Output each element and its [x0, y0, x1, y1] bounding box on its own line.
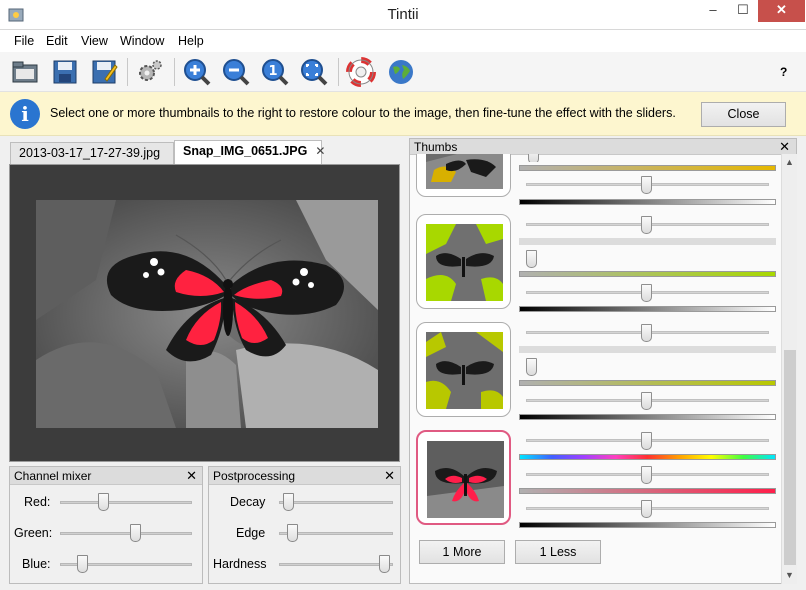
- menu-file[interactable]: File: [14, 34, 34, 48]
- decay-slider-thumb[interactable]: [283, 493, 294, 511]
- thumb-card-green[interactable]: [416, 214, 511, 309]
- tab-2013-03-17[interactable]: 2013-03-17_17-27-39.jpg: [10, 142, 174, 164]
- menu-view[interactable]: View: [81, 34, 108, 48]
- hardness-slider[interactable]: [279, 554, 393, 574]
- red-slider-thumb[interactable]: [98, 493, 109, 511]
- save-icon[interactable]: [50, 57, 80, 87]
- window-title: Tintii: [387, 6, 419, 23]
- green-slider[interactable]: [60, 523, 192, 543]
- green-label: Green:: [14, 526, 53, 540]
- toolbar: 1 ?: [0, 52, 806, 92]
- blue-slider-thumb[interactable]: [77, 555, 88, 573]
- one-less-button[interactable]: 1 Less: [515, 540, 601, 564]
- tab-snap-img-0651[interactable]: Snap_IMG_0651.JPG ✕: [174, 140, 325, 164]
- scroll-up-icon[interactable]: ▲: [785, 157, 794, 167]
- whats-this-help[interactable]: ?: [780, 65, 787, 79]
- thumbs-title: Thumbs: [414, 140, 458, 154]
- yellow-green-mid-slider[interactable]: [526, 392, 769, 410]
- edge-label: Edge: [236, 526, 266, 540]
- channel-mixer-title: Channel mixer: [14, 469, 92, 483]
- info-close-button[interactable]: Close: [701, 102, 786, 127]
- thumb-image-yellow: [426, 154, 503, 189]
- decay-label: Decay: [230, 495, 266, 509]
- close-window-button[interactable]: ✕: [758, 0, 805, 22]
- yellow-green-hue-bar: [519, 380, 776, 386]
- red-hue-spectrum-bar: [519, 454, 776, 460]
- postprocessing-panel: Postprocessing ✕ Decay Edge Hardness: [208, 466, 401, 584]
- menu-window[interactable]: Window: [120, 34, 164, 48]
- info-message: Select one or more thumbnails to the rig…: [50, 106, 676, 120]
- green-slider-thumb[interactable]: [130, 524, 141, 542]
- postprocessing-title: Postprocessing: [213, 469, 296, 483]
- green-hue-bar: [519, 271, 776, 277]
- minimize-button[interactable]: –: [698, 0, 728, 22]
- thumb-card-yellow-green[interactable]: [416, 322, 511, 417]
- yellow-hue-bar: [519, 165, 776, 171]
- title-bar: Tintii – ☐ ✕: [0, 0, 806, 30]
- scroll-down-icon[interactable]: ▼: [785, 570, 794, 580]
- green-mid-slider[interactable]: [526, 284, 769, 302]
- yellow-green-value-bar: [519, 414, 776, 420]
- zoom-fit-icon[interactable]: [299, 57, 329, 87]
- thumbs-scrollbar[interactable]: ▲ ▼: [781, 154, 797, 584]
- info-bar: i Select one or more thumbnails to the r…: [0, 92, 806, 136]
- thumb-image-red: [427, 441, 504, 518]
- red-saturation-bar: [519, 488, 776, 494]
- yellow-value-bar: [519, 199, 776, 205]
- image-tabs: 2013-03-17_17-27-39.jpg Snap_IMG_0651.JP…: [0, 138, 408, 164]
- help-lifebuoy-icon[interactable]: [346, 57, 376, 87]
- red-value-bar: [519, 522, 776, 528]
- menu-bar: File Edit View Window Help: [0, 30, 806, 52]
- green-top-slider[interactable]: [526, 216, 769, 234]
- red-mid-slider[interactable]: [526, 500, 769, 518]
- yellow-top-slider[interactable]: [526, 154, 769, 162]
- scrollbar-thumb[interactable]: [784, 350, 796, 565]
- yellow-green-hue-slider[interactable]: [526, 358, 769, 376]
- thumb-card-yellow[interactable]: [416, 154, 512, 198]
- hardness-slider-thumb[interactable]: [379, 555, 390, 573]
- info-icon: i: [10, 99, 40, 129]
- edge-slider[interactable]: [279, 523, 393, 543]
- red-hue-slider[interactable]: [526, 466, 769, 484]
- one-more-button[interactable]: 1 More: [419, 540, 505, 564]
- green-value-bar: [519, 306, 776, 312]
- zoom-out-icon[interactable]: [221, 57, 251, 87]
- channel-mixer-close-icon[interactable]: ✕: [186, 468, 197, 484]
- postprocessing-close-icon[interactable]: ✕: [384, 468, 395, 484]
- maximize-button[interactable]: ☐: [728, 0, 758, 22]
- menu-help[interactable]: Help: [178, 34, 204, 48]
- open-folder-icon[interactable]: [10, 57, 40, 87]
- settings-gear-icon[interactable]: [135, 57, 165, 87]
- decay-slider[interactable]: [279, 492, 393, 512]
- thumb-image-green: [426, 224, 503, 301]
- thumb-image-yellow-green: [426, 332, 503, 409]
- yellow-mid-slider[interactable]: [526, 176, 769, 194]
- svg-text:1: 1: [268, 64, 277, 79]
- red-top-slider[interactable]: [526, 432, 769, 450]
- butterfly-photo: [36, 200, 378, 428]
- zoom-in-icon[interactable]: [182, 57, 212, 87]
- red-label: Red:: [24, 495, 51, 509]
- hardness-label: Hardness: [213, 557, 267, 571]
- edge-slider-thumb[interactable]: [287, 524, 298, 542]
- tab-close-icon[interactable]: ✕: [315, 144, 325, 158]
- blue-slider[interactable]: [60, 554, 192, 574]
- zoom-actual-size-icon[interactable]: 1: [260, 57, 290, 87]
- thumb-card-red[interactable]: [416, 430, 511, 525]
- image-viewer[interactable]: [9, 164, 400, 462]
- channel-mixer-panel: Channel mixer ✕ Red: Green: Blue:: [9, 466, 203, 584]
- thumbs-close-icon[interactable]: ✕: [779, 139, 790, 155]
- red-slider[interactable]: [60, 492, 192, 512]
- menu-edit[interactable]: Edit: [46, 34, 68, 48]
- blue-label: Blue:: [22, 557, 51, 571]
- green-hue-slider[interactable]: [526, 250, 769, 268]
- save-as-icon[interactable]: [89, 57, 119, 87]
- globe-web-icon[interactable]: [386, 57, 416, 87]
- yellow-green-top-slider[interactable]: [526, 324, 769, 342]
